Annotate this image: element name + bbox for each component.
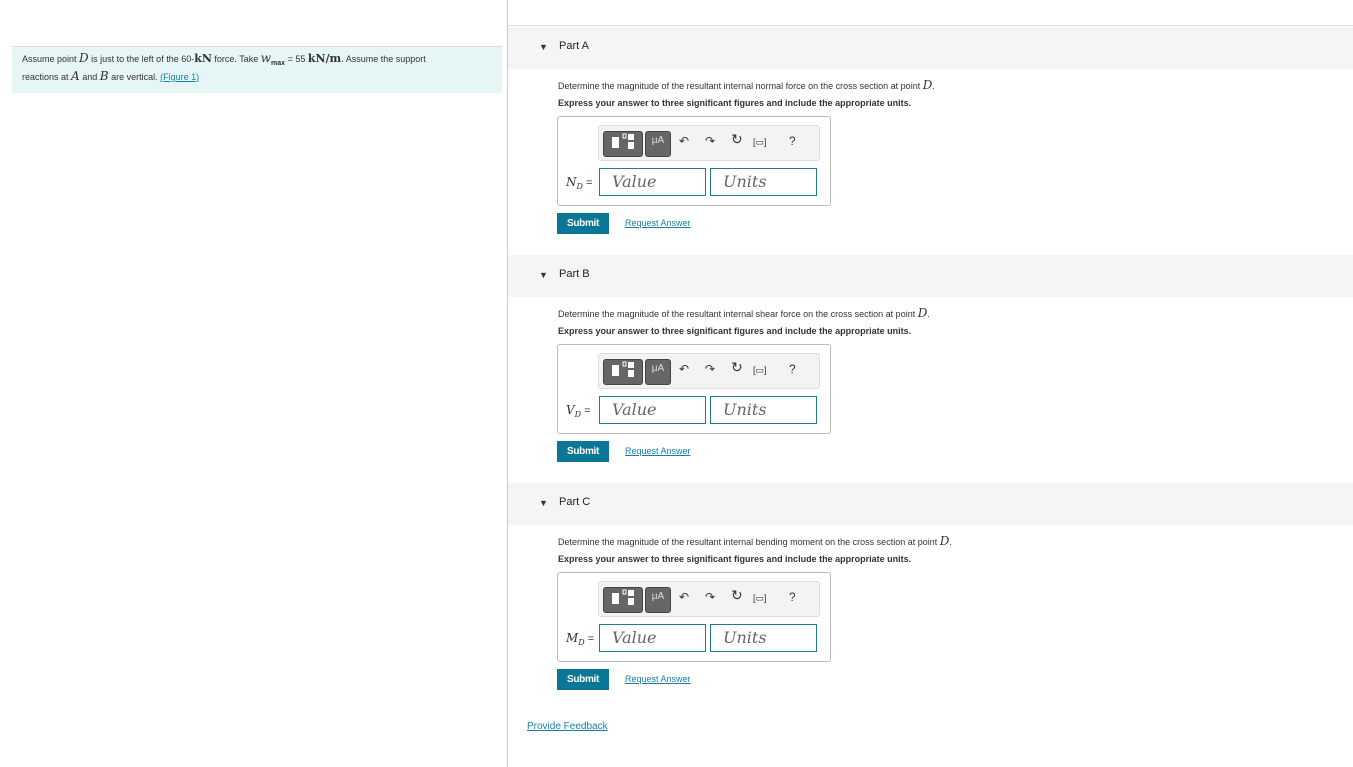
collapse-triangle-icon[interactable]: ▼ (539, 498, 548, 508)
math: D (917, 306, 928, 320)
instruction-text: Express your answer to three significant… (558, 98, 912, 108)
request-answer-link[interactable]: Request Answer (625, 674, 691, 684)
math: kN/m (307, 52, 342, 65)
math: D (79, 51, 89, 65)
request-answer-link[interactable]: Request Answer (625, 218, 691, 228)
math: D (576, 182, 583, 192)
part-section: ▼ Part A Determine the magnitude of the r… (508, 27, 1353, 234)
question-text: Determine the magnitude of the resultant… (558, 534, 952, 548)
redo-icon[interactable]: ↷ (705, 134, 715, 148)
units-input[interactable]: Units (710, 168, 817, 196)
templates-button[interactable] (603, 131, 643, 157)
part-header[interactable]: ▼ Part A (508, 27, 1353, 69)
text: Assume point (22, 54, 80, 64)
math: V (566, 403, 575, 417)
submit-button[interactable]: Submit (557, 213, 609, 234)
math: D (574, 410, 582, 420)
units-symbols-button[interactable]: μA (645, 131, 671, 157)
problem-panel: Assume point D is just to the left of th… (0, 0, 508, 767)
math: max (271, 59, 286, 67)
part-section: ▼ Part C Determine the magnitude of the r… (508, 483, 1353, 690)
part-title: Part B (559, 268, 590, 280)
math: w (260, 51, 272, 65)
math-toolbar: μA ↶ ↷ ↻ [▭] ? (598, 353, 820, 389)
math: D (578, 638, 585, 648)
submit-button[interactable]: Submit (557, 669, 609, 690)
instruction-text: Express your answer to three significant… (558, 326, 912, 336)
math-toolbar: μA ↶ ↷ ↻ [▭] ? (598, 125, 820, 161)
value-input[interactable]: Value (599, 168, 706, 196)
text: force. Take (211, 54, 261, 64)
help-icon[interactable]: ? (789, 134, 796, 148)
submit-button[interactable]: Submit (557, 441, 609, 462)
text: reactions at (22, 71, 72, 82)
divider (508, 25, 1353, 26)
text: and (79, 71, 100, 82)
text: = 55 (285, 54, 308, 64)
undo-icon[interactable]: ↶ (679, 362, 689, 376)
help-icon[interactable]: ? (789, 362, 796, 376)
text: are vertical. (108, 71, 161, 82)
figure-link[interactable]: (Figure 1) (160, 72, 199, 82)
part-header[interactable]: ▼ Part B (508, 255, 1353, 297)
question-text: Determine the magnitude of the resultant… (558, 306, 930, 320)
value-input[interactable]: Value (599, 624, 706, 652)
math: D (922, 78, 933, 92)
part-title: Part A (559, 40, 589, 52)
redo-icon[interactable]: ↷ (705, 362, 715, 376)
redo-icon[interactable]: ↷ (705, 590, 715, 604)
units-symbols-button[interactable]: μA (645, 359, 671, 385)
math: N (566, 175, 577, 189)
math: D (939, 534, 950, 548)
templates-icon (612, 133, 634, 149)
templates-button[interactable] (603, 359, 643, 385)
collapse-triangle-icon[interactable]: ▼ (539, 42, 548, 52)
math: B (99, 68, 109, 83)
math-toolbar: μA ↶ ↷ ↻ [▭] ? (598, 581, 820, 617)
text: Determine the magnitude of the resultant… (558, 309, 918, 319)
text: Determine the magnitude of the resultant… (558, 537, 940, 547)
variable-label: MD = (566, 631, 595, 648)
units-input[interactable]: Units (710, 624, 817, 652)
part-section: ▼ Part B Determine the magnitude of the r… (508, 255, 1353, 462)
templates-icon (612, 361, 634, 377)
provide-feedback-link[interactable]: Provide Feedback (527, 721, 608, 732)
part-title: Part C (559, 496, 591, 508)
text: . Assume the support (341, 54, 426, 64)
units-input[interactable]: Units (710, 396, 817, 424)
problem-statement: Assume point D is just to the left of th… (12, 46, 502, 93)
reset-icon[interactable]: ↻ (731, 131, 743, 148)
math: M (566, 631, 579, 645)
text: Determine the magnitude of the resultant… (558, 81, 923, 91)
question-text: Determine the magnitude of the resultant… (558, 78, 935, 92)
variable-label: VD = (566, 403, 591, 420)
variable-label: ND = (566, 175, 593, 192)
math: A (71, 68, 80, 83)
keyboard-icon[interactable]: [▭] (753, 365, 767, 376)
units-symbols-button[interactable]: μA (645, 587, 671, 613)
answer-box: μA ↶ ↷ ↻ [▭] ? VD = Value Units (557, 344, 831, 434)
answer-box: μA ↶ ↷ ↻ [▭] ? ND = Value Units (557, 116, 831, 206)
reset-icon[interactable]: ↻ (731, 587, 743, 604)
templates-button[interactable] (603, 587, 643, 613)
keyboard-icon[interactable]: [▭] (753, 137, 767, 148)
part-header[interactable]: ▼ Part C (508, 483, 1353, 525)
value-input[interactable]: Value (599, 396, 706, 424)
math: kN (194, 52, 212, 65)
undo-icon[interactable]: ↶ (679, 134, 689, 148)
reset-icon[interactable]: ↻ (731, 359, 743, 376)
templates-icon (612, 589, 634, 605)
text: is just to the left of the 60- (88, 54, 195, 64)
undo-icon[interactable]: ↶ (679, 590, 689, 604)
request-answer-link[interactable]: Request Answer (625, 446, 691, 456)
help-icon[interactable]: ? (789, 590, 796, 604)
answer-box: μA ↶ ↷ ↻ [▭] ? MD = Value Units (557, 572, 831, 662)
instruction-text: Express your answer to three significant… (558, 554, 912, 564)
collapse-triangle-icon[interactable]: ▼ (539, 270, 548, 280)
keyboard-icon[interactable]: [▭] (753, 593, 767, 604)
